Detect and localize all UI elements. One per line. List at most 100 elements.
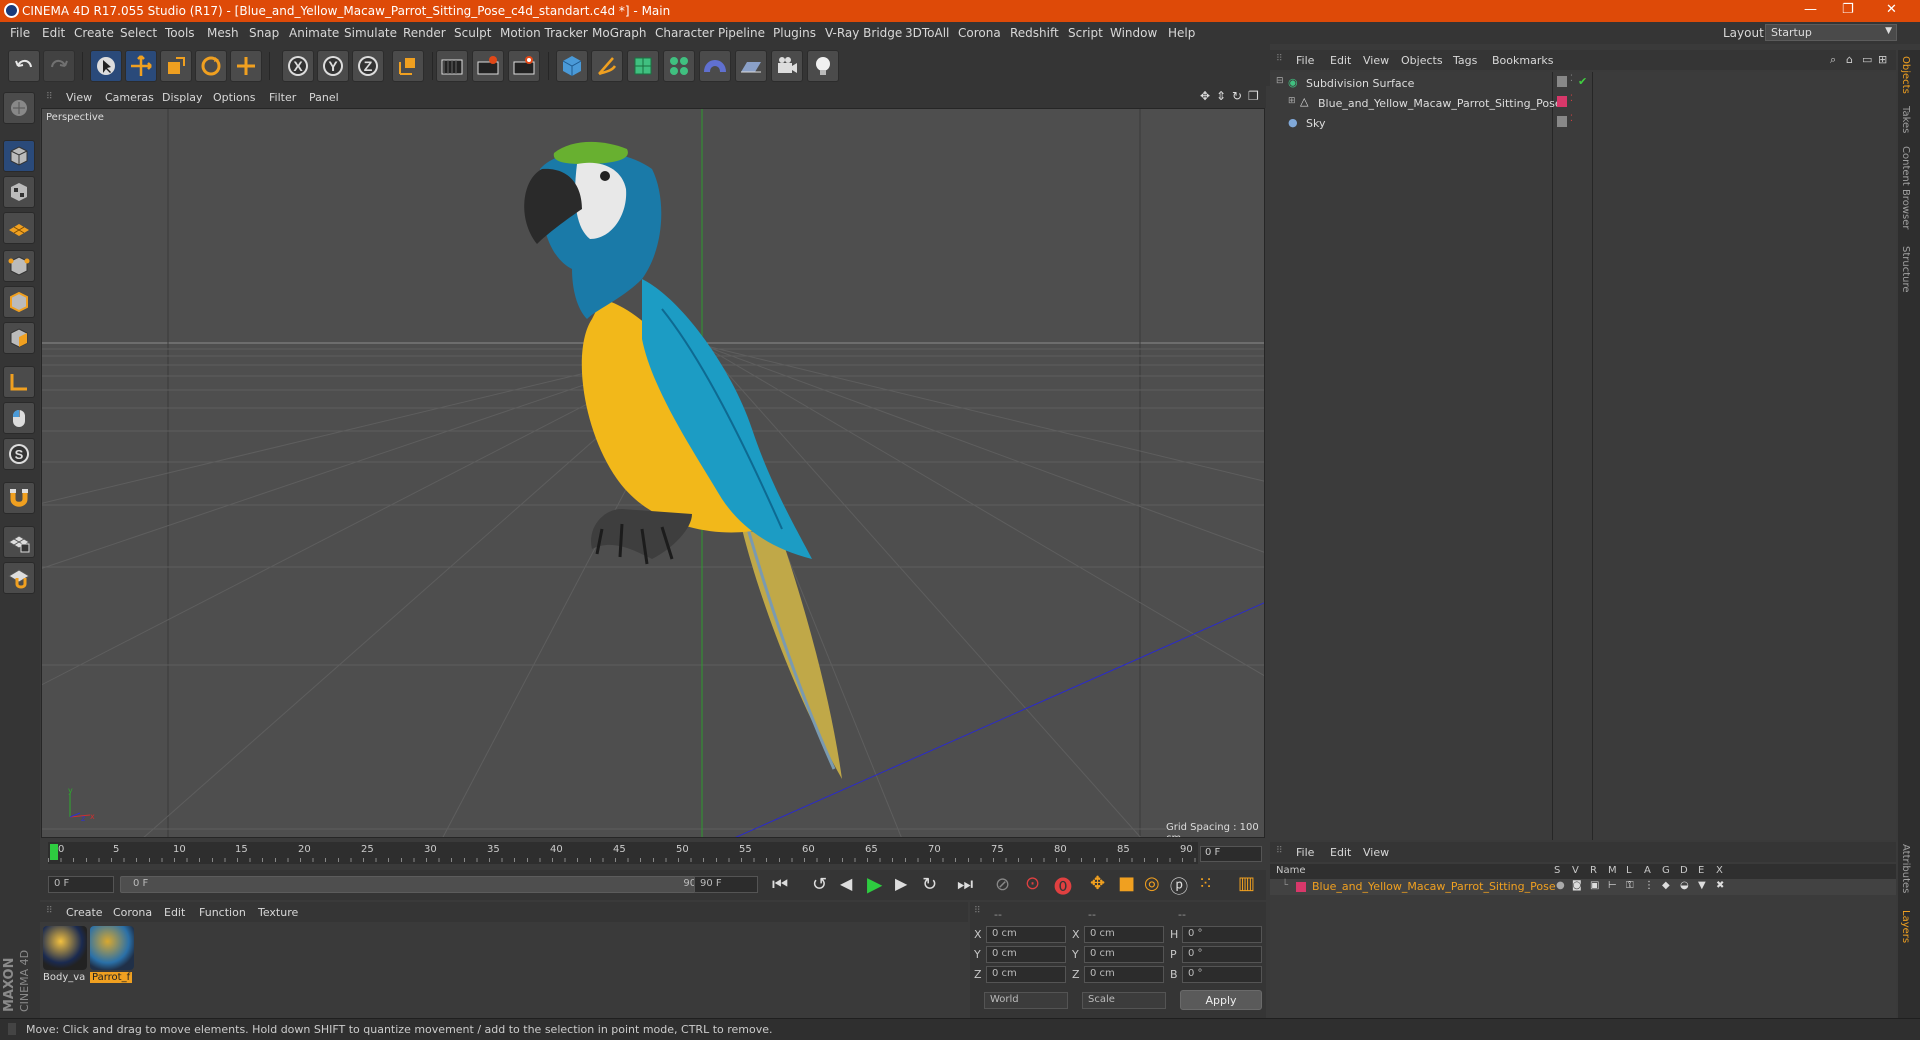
viewport-menu-panel[interactable]: Panel (309, 91, 339, 104)
pen-icon[interactable] (591, 50, 623, 82)
position-z-field[interactable]: 0 cm (986, 966, 1066, 983)
size-y-field[interactable]: 0 cm (1084, 946, 1164, 963)
menu-script[interactable]: Script (1068, 26, 1103, 40)
material-menu-create[interactable]: Create (66, 906, 103, 919)
visibility-dots-icon[interactable]: ⁚ (1570, 74, 1573, 84)
menu-mograph[interactable]: MoGraph (592, 26, 647, 40)
viewport-rotate-icon[interactable]: ↻ (1232, 89, 1242, 103)
redo-icon[interactable] (43, 50, 75, 82)
layer-flag-header[interactable]: E (1698, 865, 1704, 876)
expression-toggle-icon[interactable]: ▼ (1698, 880, 1706, 891)
minimize-button[interactable]: — (1804, 2, 1817, 17)
tab-layers[interactable]: Layers (1900, 910, 1911, 943)
tab-content-browser[interactable]: Content Browser (1900, 146, 1911, 229)
polygons-mode-icon[interactable] (3, 322, 35, 354)
animation-toggle-icon[interactable]: ⋮ (1644, 880, 1654, 891)
layer-flag-header[interactable]: M (1608, 865, 1617, 876)
end-frame-field[interactable]: 90 F (694, 876, 758, 893)
start-frame-field[interactable]: 0 F (48, 876, 114, 893)
key-position-icon[interactable]: ✥ (1090, 873, 1105, 894)
tab-objects[interactable]: Objects (1900, 56, 1911, 94)
render-picture-viewer-icon[interactable] (472, 50, 504, 82)
layer-flag-header[interactable]: L (1626, 865, 1632, 876)
layer-flag-header[interactable]: D (1680, 865, 1688, 876)
go-to-start-icon[interactable]: ⏮ (772, 874, 788, 895)
solo-toggle-icon[interactable]: ● (1556, 880, 1565, 891)
close-button[interactable]: ✕ (1886, 2, 1897, 17)
snap-icon[interactable] (3, 562, 35, 594)
apply-button[interactable]: Apply (1180, 990, 1262, 1010)
camera-icon[interactable] (771, 50, 803, 82)
material-label-selected[interactable]: Parrot_f (90, 972, 133, 983)
enabled-check-icon[interactable]: ✔ (1578, 75, 1587, 88)
material-menu-function[interactable]: Function (199, 906, 246, 919)
floor-icon[interactable] (735, 50, 767, 82)
collapse-icon[interactable]: ⊟ (1276, 76, 1284, 86)
frame-range-slider[interactable]: 0 F 90 F (120, 876, 720, 893)
x-axis-icon[interactable]: X (282, 50, 314, 82)
timeline-window-icon[interactable]: ▥ (1238, 873, 1255, 894)
object-name[interactable]: Subdivision Surface (1306, 77, 1414, 90)
size-z-field[interactable]: 0 cm (1084, 966, 1164, 983)
size-mode-dropdown[interactable]: Scale (1082, 992, 1166, 1009)
layer-flag-header[interactable]: X (1716, 865, 1723, 876)
key-scale-icon[interactable]: ■ (1118, 873, 1135, 894)
light-icon[interactable] (807, 50, 839, 82)
layer-menu-file[interactable]: File (1296, 846, 1314, 859)
layer-flag-header[interactable]: R (1590, 865, 1597, 876)
object-row[interactable]: ⊟ ◉ Subdivision Surface ⁚ ✔ (1272, 74, 1896, 93)
y-axis-icon[interactable]: Y (317, 50, 349, 82)
position-x-field[interactable]: 0 cm (986, 926, 1066, 943)
rotation-h-field[interactable]: 0 ° (1182, 926, 1262, 943)
layer-flag-header[interactable]: A (1644, 865, 1651, 876)
menu-create[interactable]: Create (74, 26, 114, 40)
menu-pipeline[interactable]: Pipeline (718, 26, 765, 40)
om-menu-objects[interactable]: Objects (1401, 54, 1443, 67)
key-parameter-icon[interactable]: ⓟ (1170, 873, 1188, 899)
play-icon[interactable]: ▶ (867, 872, 882, 896)
generator-toggle-icon[interactable]: ◆ (1662, 880, 1670, 891)
menu-simulate[interactable]: Simulate (344, 26, 397, 40)
current-frame-field[interactable]: 0 F (1200, 846, 1262, 862)
menu-3dtoall[interactable]: 3DToAll (905, 26, 949, 40)
layer-menu-edit[interactable]: Edit (1330, 846, 1351, 859)
z-axis-icon[interactable]: Z (352, 50, 384, 82)
lock-toggle-icon[interactable]: ⚿ (1626, 880, 1634, 891)
viewport-move-icon[interactable]: ✥ (1200, 89, 1210, 103)
menu-mesh[interactable]: Mesh (207, 26, 239, 40)
menu-vray-bridge[interactable]: V-Ray Bridge (825, 26, 902, 40)
select-icon[interactable] (90, 50, 122, 82)
object-row[interactable]: ⊞ △ Blue_and_Yellow_Macaw_Parrot_Sitting… (1272, 94, 1896, 113)
om-menu-tags[interactable]: Tags (1453, 54, 1477, 67)
solo-icon[interactable]: S (3, 438, 35, 470)
om-menu-file[interactable]: File (1296, 54, 1314, 67)
material-label[interactable]: Body_va (43, 972, 85, 983)
xref-toggle-icon[interactable]: ✖ (1716, 880, 1724, 891)
new-view-icon[interactable]: ▭ (1862, 53, 1872, 66)
menu-redshift[interactable]: Redshift (1010, 26, 1059, 40)
manager-toggle-icon[interactable]: ⊢ (1608, 880, 1617, 891)
coord-mode-dropdown[interactable]: World (984, 992, 1068, 1009)
om-menu-view[interactable]: View (1363, 54, 1389, 67)
menu-snap[interactable]: Snap (249, 26, 279, 40)
material-menu-edit[interactable]: Edit (164, 906, 185, 919)
viewport-layout-icon[interactable]: ❐ (1248, 89, 1259, 103)
layer-name[interactable]: Blue_and_Yellow_Macaw_Parrot_Sitting_Pos… (1312, 880, 1556, 893)
step-forward-icon[interactable]: ▶ (895, 874, 907, 893)
layer-flag-header[interactable]: V (1572, 865, 1579, 876)
edges-mode-icon[interactable] (3, 286, 35, 318)
menu-plugins[interactable]: Plugins (773, 26, 816, 40)
material-menu-corona[interactable]: Corona (113, 906, 152, 919)
layer-flag-header[interactable]: S (1554, 865, 1560, 876)
axis-icon[interactable] (3, 366, 35, 398)
undo-icon[interactable] (8, 50, 40, 82)
object-row[interactable]: ● Sky ⁚ (1272, 114, 1896, 133)
material-thumbnail[interactable] (43, 926, 87, 970)
layer-menu-view[interactable]: View (1363, 846, 1389, 859)
deformer-icon[interactable] (699, 50, 731, 82)
previous-key-icon[interactable]: ↺ (812, 874, 827, 895)
model-mode-icon[interactable] (3, 140, 35, 172)
auto-key-icon[interactable]: ⓿ (1054, 873, 1072, 899)
object-name[interactable]: Sky (1306, 117, 1325, 130)
tab-takes[interactable]: Takes (1900, 106, 1911, 133)
